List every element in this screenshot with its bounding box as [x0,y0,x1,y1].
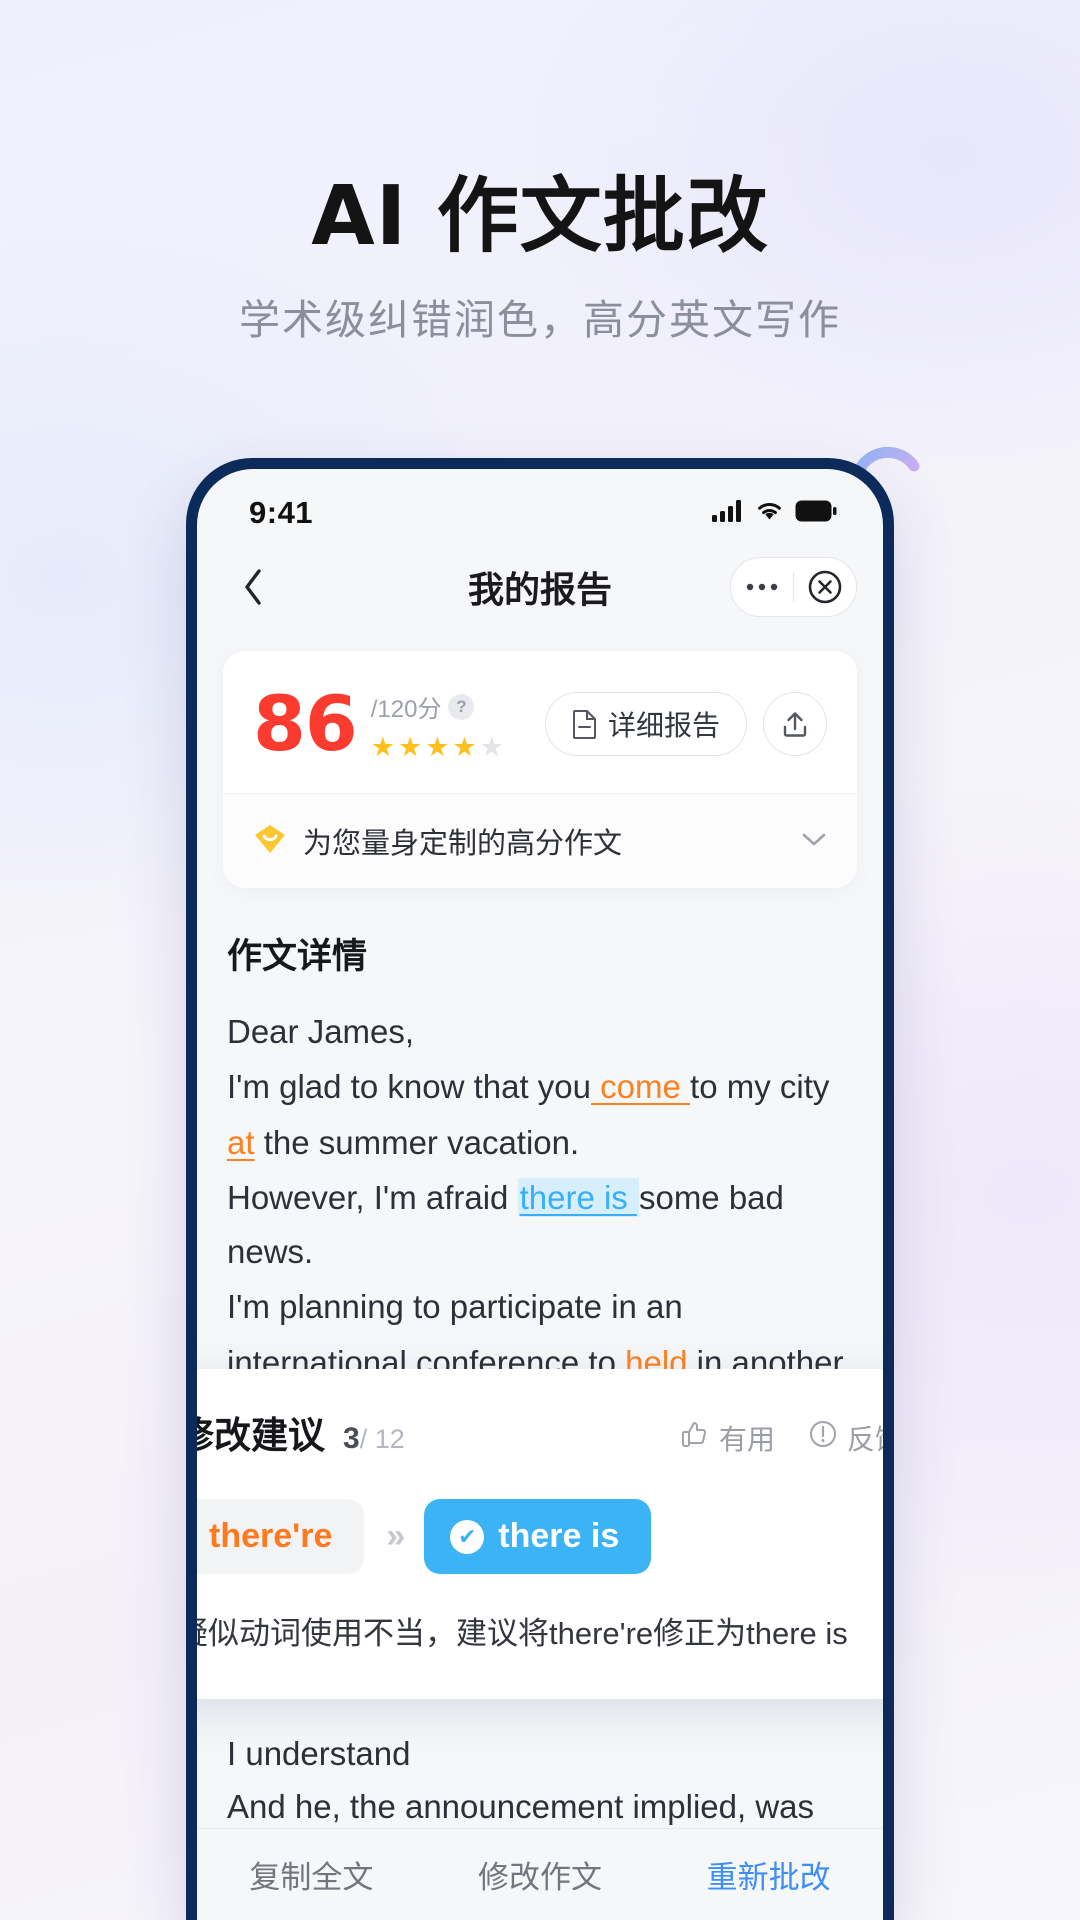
feedback-button[interactable]: 反馈 [809,1418,883,1458]
arrow-icon: » [386,1517,405,1555]
useful-button[interactable]: 有用 [681,1418,775,1458]
share-upload-icon [783,712,807,737]
more-button[interactable] [731,557,793,617]
star-rating: ★ ★ ★ ★ ★ [371,732,504,763]
suggestion-header: 修改建议 3 / 12 有用 [197,1405,883,1459]
correction-word[interactable]: come [591,1068,690,1105]
score-card-top: 86 /120分 ? ★ ★ ★ ★ ★ 详细报告 [223,651,857,793]
status-bar: 9:41 [197,469,883,541]
smile-badge-icon [253,823,287,860]
highlighted-correction[interactable]: there is [517,1178,639,1218]
thumbs-up-icon [681,1420,709,1455]
essay-line: I'm planning to participate in an [227,1280,853,1333]
back-button[interactable] [227,561,279,613]
star-filled: ★ [370,732,395,762]
navigation-bar: 我的报告 [197,541,883,633]
essay-text: I'm planning to participate in an [227,1288,683,1326]
chevron-down-icon[interactable] [801,831,827,852]
bottom-action-bar: 复制全文 修改作文 重新批改 [197,1828,883,1920]
share-button[interactable] [763,692,827,756]
essay-text: the summer vacation. [254,1123,580,1161]
essay-section: 作文详情 Dear James, I'm glad to know that yo… [197,888,883,1389]
essay-line: And he, the announcement implied, was [227,1788,815,1826]
star-filled: ★ [452,732,477,762]
suggestion-actions: 有用 反馈 [681,1418,883,1458]
essay-heading: 作文详情 [227,937,368,976]
status-time: 9:41 [249,495,314,530]
hero-section: AI 作文批改 学术级纠错润色，高分英文写作 [0,176,1080,345]
essay-text: Dear James, [227,1013,415,1050]
essay-tail: I understand And he, the announcement imp… [197,1727,883,1834]
close-button[interactable] [794,557,856,617]
bottom-bar-item[interactable]: 重新批改 [654,1852,883,1897]
correction-word[interactable]: at [227,1124,255,1161]
page-subtitle: 学术级纠错润色，高分英文写作 [239,297,841,343]
feedback-label: 反馈 [846,1423,883,1455]
essay-line: I understand [227,1735,411,1772]
star-filled: ★ [397,732,423,762]
replacement-chip[interactable]: ✔ there is [424,1499,652,1574]
phone-mockup: 9:41 我的报告 86 /120分 ? ★ ★ ★ ★ ★ 详细报告 为您量身… [186,458,894,1920]
close-circle-icon [808,570,842,604]
battery-icon [795,500,837,527]
custom-essay-banner-label: 为您量身定制的高分作文 [303,828,623,860]
more-dots-icon [746,583,777,591]
star-empty: ★ [479,732,504,762]
custom-essay-banner[interactable]: 为您量身定制的高分作文 [223,793,857,888]
alert-circle-icon [809,1420,837,1455]
nav-right-group [729,557,857,617]
detail-report-button[interactable]: 详细报告 [544,692,747,756]
bottom-bar-item[interactable]: 修改作文 [426,1852,655,1897]
back-chevron-icon [245,569,261,605]
essay-text: However, I'm afraid [227,1179,518,1217]
bottom-bar-item[interactable]: 复制全文 [197,1852,426,1897]
status-icons [712,499,837,527]
score-denominator-row: /120分 ? [371,689,504,724]
essay-line: I'm glad to know that you come to my cit… [227,1060,853,1113]
score-denominator: /120分 [370,696,442,723]
signal-icon [712,499,744,527]
essay-body: Dear James, I'm glad to know that you com… [227,1005,853,1389]
score-actions: 详细报告 [544,692,827,756]
suggestion-chips: there're » ✔ there is [197,1499,883,1574]
score-card: 86 /120分 ? ★ ★ ★ ★ ★ 详细报告 为您量身定制的高分作文 [223,651,857,888]
suggestion-description: 疑似动词使用不当，建议将there're修正为there is [197,1616,848,1651]
essay-text: to my city [690,1068,830,1106]
wifi-icon [755,500,784,527]
detail-report-label: 详细报告 [607,710,720,741]
check-circle-icon: ✔ [450,1519,485,1554]
phone-screen: 9:41 我的报告 86 /120分 ? ★ ★ ★ ★ ★ 详细报告 为您量身… [197,469,883,1920]
essay-text: I'm glad to know that you [227,1068,591,1106]
suggestion-total: / 12 [359,1424,405,1454]
page-title: AI 作文批改 [311,169,769,264]
help-icon[interactable]: ? [448,693,475,720]
useful-label: 有用 [718,1423,775,1455]
original-text-chip[interactable]: there're [197,1499,365,1574]
suggestion-card: 修改建议 3 / 12 有用 [197,1369,883,1699]
score-value: 86 [253,678,358,768]
suggestion-title: 修改建议 [197,1415,325,1456]
score-meta: /120分 ? ★ ★ ★ ★ ★ [371,685,504,763]
essay-line: However, I'm afraid there is some bad ne… [227,1171,853,1278]
essay-line: Dear James, [227,1005,853,1058]
suggestion-index: 3 [343,1422,360,1455]
essay-line: at the summer vacation. [227,1116,853,1169]
replacement-label: there is [498,1517,620,1555]
star-filled: ★ [425,732,450,762]
document-icon [572,710,596,739]
